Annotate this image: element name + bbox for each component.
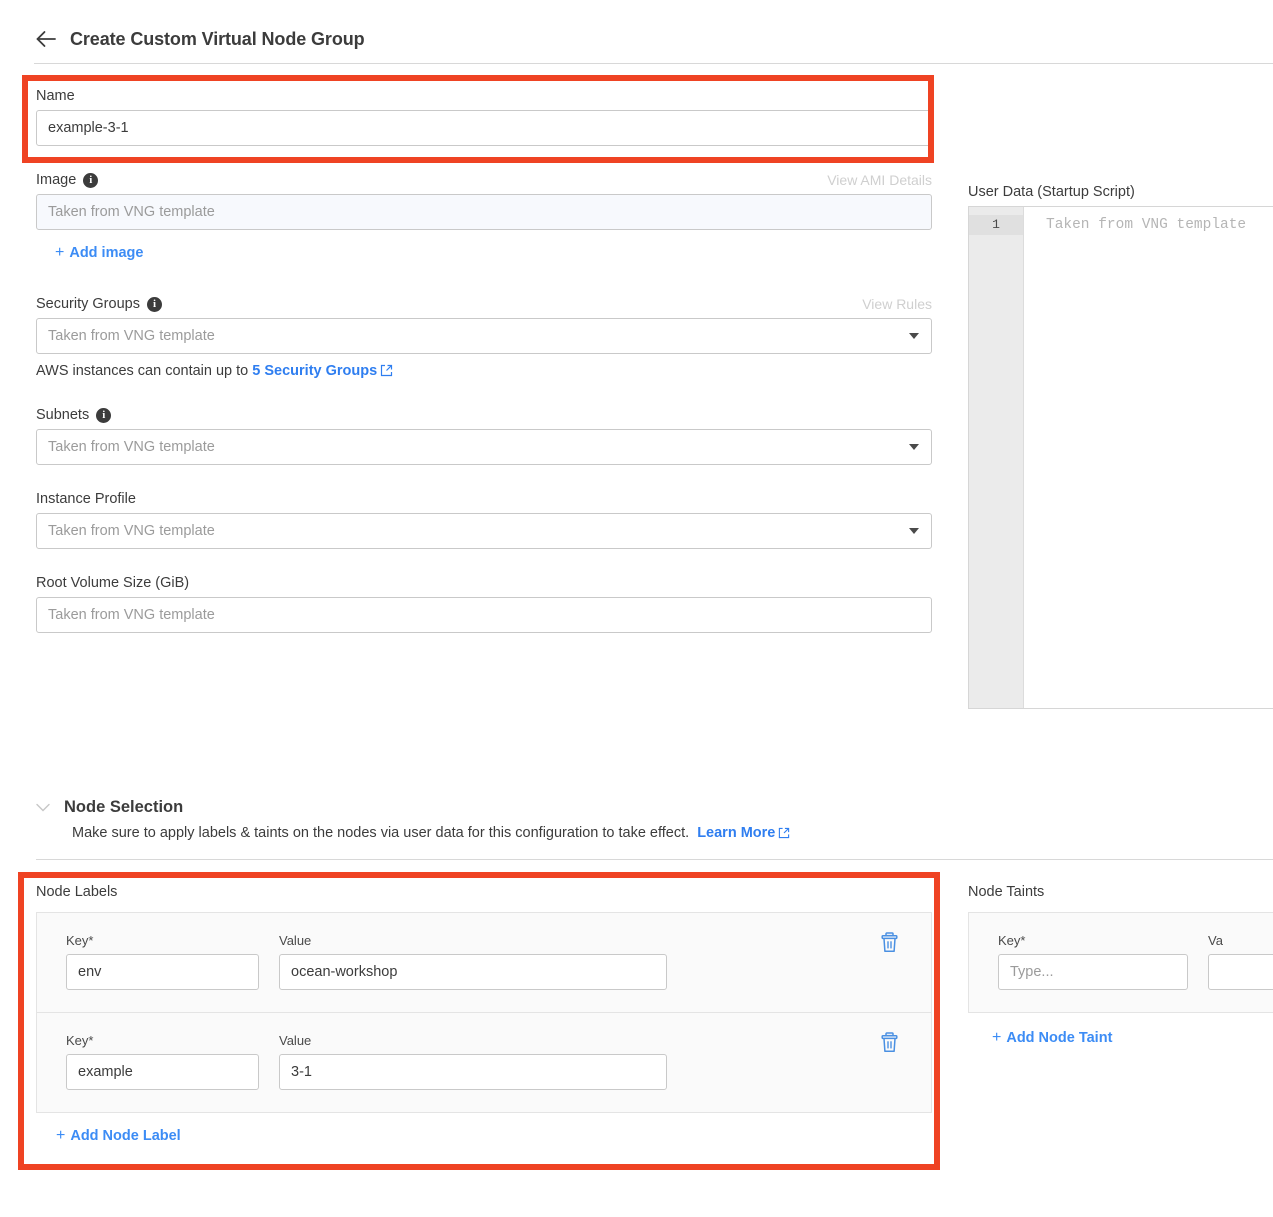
external-link-icon[interactable] (778, 827, 790, 843)
value-label: Value (279, 1033, 312, 1048)
node-taint-row: Key* Va (968, 912, 1273, 1013)
node-selection-description-text: Make sure to apply labels & taints on th… (72, 825, 690, 841)
node-taints-panel: Node Taints Key* Va + Add Node Taint (968, 884, 1273, 1047)
node-labels-panel: Node Labels Key* Value (36, 884, 932, 1145)
delete-icon[interactable] (880, 932, 899, 953)
plus-icon: + (55, 244, 65, 261)
view-rules-link[interactable]: View Rules (862, 296, 932, 312)
security-groups-hint: AWS instances can contain up to 5 Securi… (36, 363, 932, 381)
user-data-editor[interactable]: 1 Taken from VNG template (968, 206, 1273, 709)
image-label: Image (36, 172, 77, 188)
node-label-key-input[interactable] (66, 1054, 259, 1090)
five-security-groups-link[interactable]: 5 Security Groups (252, 363, 377, 379)
name-input[interactable] (36, 110, 932, 146)
field-image: Image i View AMI Details (36, 172, 932, 230)
plus-icon: + (56, 1127, 66, 1144)
subnets-label: Subnets (36, 407, 90, 423)
node-taints-title: Node Taints (968, 884, 1045, 900)
user-data-label: User Data (Startup Script) (968, 184, 1135, 200)
add-node-label-text: Add Node Label (70, 1128, 181, 1144)
field-instance-profile: Instance Profile (36, 491, 932, 549)
value-label: Va (1208, 933, 1223, 948)
hint-prefix: AWS instances can contain up to (36, 363, 249, 379)
node-label-value-input[interactable] (279, 954, 667, 990)
node-selection-section: Node Selection Make sure to apply labels… (36, 798, 1273, 860)
key-label: Key* (66, 933, 94, 948)
key-label: Key* (66, 1033, 94, 1048)
page-title: Create Custom Virtual Node Group (70, 28, 365, 49)
node-label-key-field: Key* (66, 1033, 259, 1090)
field-root-volume-size: Root Volume Size (GiB) (36, 575, 932, 633)
node-selection-header[interactable]: Node Selection (36, 798, 1273, 817)
editor-line-number: 1 (969, 215, 1023, 235)
page-header: Create Custom Virtual Node Group (0, 0, 1273, 58)
node-taint-key-input[interactable] (998, 954, 1188, 990)
add-image-label: Add image (69, 245, 144, 261)
name-label: Name (36, 88, 75, 104)
node-taint-key-field: Key* (998, 933, 1188, 990)
node-label-key-input[interactable] (66, 954, 259, 990)
node-selection-description: Make sure to apply labels & taints on th… (72, 825, 1273, 843)
node-selection-title: Node Selection (64, 798, 184, 816)
add-node-taint-text: Add Node Taint (1006, 1030, 1113, 1046)
plus-icon: + (992, 1029, 1002, 1046)
info-icon[interactable]: i (146, 296, 162, 312)
node-taint-value-input[interactable] (1208, 954, 1273, 990)
instance-profile-label: Instance Profile (36, 491, 136, 507)
add-node-taint-row: + Add Node Taint (992, 1029, 1273, 1047)
field-name: Name (36, 88, 932, 146)
security-groups-label-group: Security Groups i (36, 296, 162, 312)
info-icon[interactable]: i (96, 407, 112, 423)
header-divider (34, 63, 1273, 64)
add-node-label-button[interactable]: + Add Node Label (56, 1127, 181, 1145)
info-icon[interactable]: i (83, 172, 99, 188)
add-node-label-row: + Add Node Label (56, 1127, 932, 1145)
node-label-value-input[interactable] (279, 1054, 667, 1090)
image-input[interactable] (36, 194, 932, 230)
key-label: Key* (998, 933, 1026, 948)
user-data-panel: User Data (Startup Script) 1 Taken from … (968, 184, 1273, 709)
subnets-label-group: Subnets i (36, 407, 112, 423)
node-label-row: Key* Value (36, 1013, 932, 1113)
root-volume-size-input[interactable] (36, 597, 932, 633)
image-label-group: Image i (36, 172, 99, 188)
external-link-icon[interactable] (380, 364, 393, 381)
field-security-groups: Security Groups i View Rules (36, 296, 932, 354)
form-left-column: Name Image i View AMI Details + Add imag… (36, 88, 932, 633)
editor-code-area[interactable]: Taken from VNG template (1024, 207, 1273, 708)
subnets-select[interactable] (36, 429, 932, 465)
node-label-value-field: Value (279, 1033, 667, 1090)
back-arrow-icon[interactable] (34, 27, 58, 51)
editor-gutter: 1 (969, 207, 1024, 708)
value-label: Value (279, 933, 312, 948)
add-image-button[interactable]: + Add image (55, 244, 143, 262)
view-ami-details-link[interactable]: View AMI Details (827, 172, 932, 188)
security-groups-label: Security Groups (36, 296, 140, 312)
chevron-down-icon[interactable] (36, 800, 50, 815)
node-label-row: Key* Value (36, 912, 932, 1013)
instance-profile-select[interactable] (36, 513, 932, 549)
node-labels-title: Node Labels (36, 884, 118, 900)
add-node-taint-button[interactable]: + Add Node Taint (992, 1029, 1112, 1047)
node-label-value-field: Value (279, 933, 667, 990)
root-volume-size-label: Root Volume Size (GiB) (36, 575, 190, 591)
node-selection-divider (36, 859, 1273, 860)
delete-icon[interactable] (880, 1032, 899, 1053)
security-groups-select[interactable] (36, 318, 932, 354)
field-subnets: Subnets i (36, 407, 932, 465)
node-label-key-field: Key* (66, 933, 259, 990)
node-taint-value-field: Va (1208, 933, 1273, 990)
learn-more-link[interactable]: Learn More (697, 825, 775, 841)
